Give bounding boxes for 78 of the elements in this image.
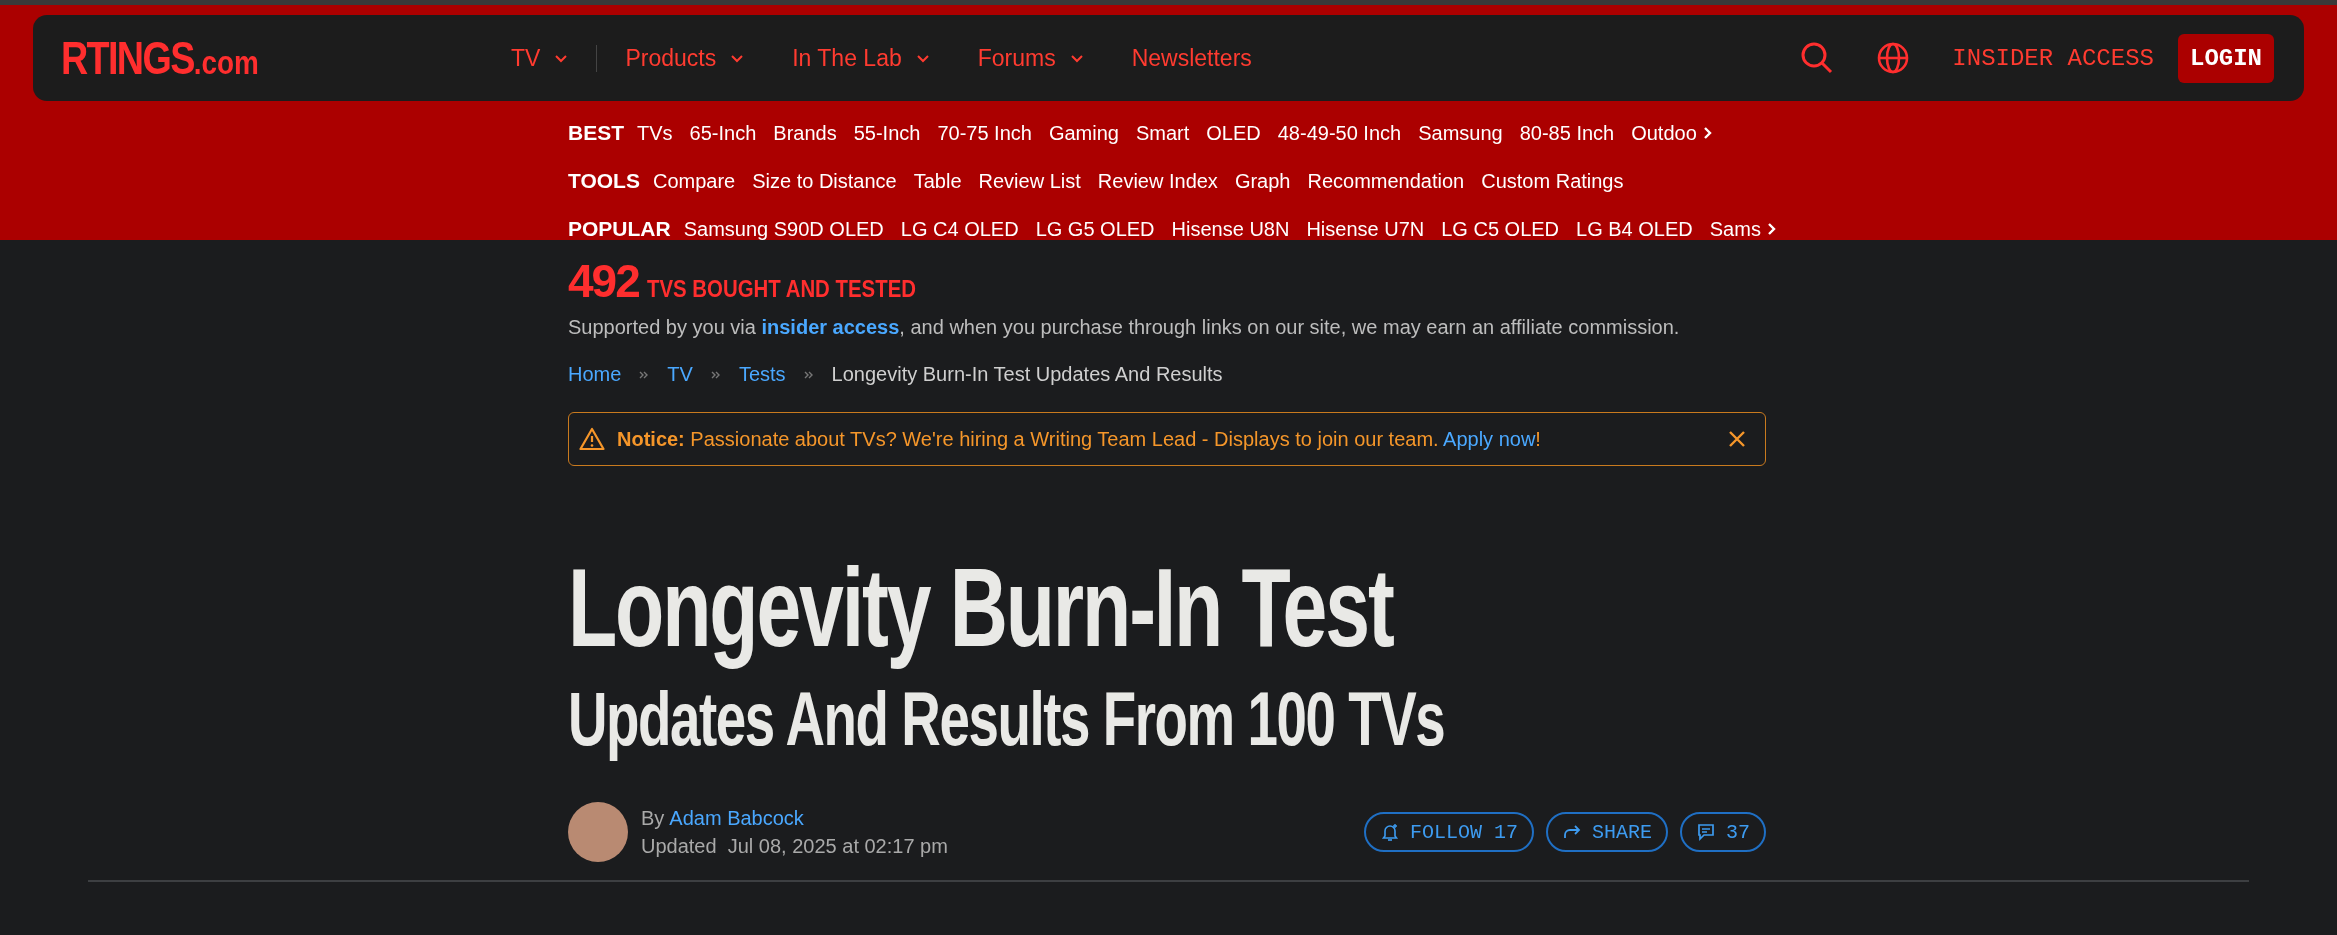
globe-icon	[1876, 41, 1911, 75]
subnav-link[interactable]: Size to Distance	[752, 169, 897, 193]
double-chevron-icon	[639, 369, 650, 380]
warning-icon	[579, 427, 605, 451]
chevron-right-icon	[1766, 222, 1776, 236]
author-link[interactable]: Adam Babcock	[669, 804, 804, 832]
comment-icon	[1696, 822, 1716, 842]
subnav-link[interactable]: Outdoo	[1631, 121, 1697, 145]
subnav-link[interactable]: Custom Ratings	[1481, 169, 1624, 193]
notice-text: Notice: Passionate about TVs? We're hiring a Writing Team Lead - Displays to join our team. Apply now!	[617, 427, 1542, 451]
scroll-right-button[interactable]	[1702, 126, 1712, 140]
subnav-link[interactable]: TVs	[637, 121, 673, 145]
apply-link[interactable]: Apply now	[1443, 427, 1536, 450]
subnav-link[interactable]: Recommendation	[1307, 169, 1465, 193]
subnav-link[interactable]: Review Index	[1097, 169, 1218, 193]
tested-count: 492	[568, 254, 639, 308]
updated-date: Updated Jul 08, 2025 at 02:17 pm	[641, 834, 948, 859]
double-chevron-icon	[803, 369, 814, 380]
subnav-link[interactable]: 70-75 Inch	[937, 121, 1032, 145]
subnav-heading: POPULAR	[568, 217, 671, 241]
article-title: Longevity Burn-In Test	[568, 544, 1393, 672]
subnav-link[interactable]: Review List	[978, 169, 1081, 193]
site-logo[interactable]: RTINGS.com	[61, 31, 275, 85]
nav-link[interactable]: TV	[511, 44, 598, 72]
bell-icon	[1379, 822, 1400, 842]
follow-button[interactable]: FOLLOW 17	[1363, 812, 1534, 852]
subnav-heading: TOOLS	[568, 169, 640, 193]
chevron-down-icon	[915, 53, 930, 63]
breadcrumb-link[interactable]: TV	[667, 363, 693, 386]
subnav-link[interactable]: Gaming	[1048, 121, 1119, 145]
subnav-link[interactable]: Compare	[652, 169, 736, 193]
close-icon	[1727, 429, 1747, 449]
insider-access-link[interactable]: INSIDER ACCESS	[1952, 44, 2154, 72]
nav-link[interactable]: In The Lab	[792, 44, 930, 72]
subnav-link[interactable]: Graph	[1234, 169, 1291, 193]
insider-access-link[interactable]: insider access	[761, 316, 900, 338]
chevron-down-icon	[554, 53, 569, 63]
chevron-right-icon	[1702, 126, 1712, 140]
breadcrumb-current: Longevity Burn-In Test Updates And Results	[831, 363, 1223, 386]
article-subtitle: Updates And Results From 100 TVs	[568, 675, 1445, 763]
subnav-link[interactable]: Samsung	[1418, 121, 1503, 145]
search-icon	[1800, 41, 1835, 75]
nav-link[interactable]: Forums	[977, 44, 1084, 72]
chevron-down-icon	[730, 53, 745, 63]
subnav-link[interactable]: 48-49-50 Inch	[1277, 121, 1402, 145]
subnav-link[interactable]: Brands	[773, 121, 837, 145]
comments-button[interactable]: 37	[1680, 812, 1766, 852]
login-button[interactable]: LOGIN	[2178, 33, 2274, 83]
chevron-down-icon	[1069, 53, 1084, 63]
subnav-link[interactable]: 65-Inch	[689, 121, 757, 145]
subnav-link[interactable]: LG C4 OLED	[900, 217, 1019, 241]
subnav-link[interactable]: 55-Inch	[853, 121, 921, 145]
close-button[interactable]	[1727, 429, 1747, 449]
subnav-link[interactable]: OLED	[1206, 121, 1261, 145]
breadcrumb-link[interactable]: Home	[568, 363, 622, 386]
tested-label: TVS BOUGHT AND TESTED	[646, 275, 916, 303]
subnav-link[interactable]: Smart	[1135, 121, 1190, 145]
breadcrumb-link[interactable]: Tests	[738, 363, 786, 386]
subnav-link[interactable]: Samsung S90D OLED	[683, 217, 884, 241]
double-chevron-icon	[710, 369, 721, 380]
affiliate-disclosure: Supported by you via insider access, and when you purchase through links on our site, we may earn an affiliate commission.	[568, 316, 1681, 339]
share-button[interactable]: SHARE	[1545, 812, 1668, 852]
author-avatar	[568, 802, 628, 862]
nav-link[interactable]: Newsletters	[1131, 44, 1252, 72]
subnav-heading: BEST	[568, 121, 624, 145]
subnav-link[interactable]: Hisense U8N	[1171, 217, 1290, 241]
subnav-link[interactable]: LG G5 OLED	[1035, 217, 1155, 241]
subnav-link[interactable]: 80-85 Inch	[1519, 121, 1615, 145]
subnav-link[interactable]: Table	[913, 169, 962, 193]
subnav-link[interactable]: LG C5 OLED	[1441, 217, 1560, 241]
search-button[interactable]	[1800, 41, 1835, 75]
subnav-link[interactable]: Hisense U7N	[1306, 217, 1425, 241]
subnav-link[interactable]: Sams	[1709, 217, 1761, 241]
language-button[interactable]	[1876, 41, 1911, 75]
subnav-link[interactable]: LG B4 OLED	[1576, 217, 1693, 241]
byline-label: By	[641, 806, 665, 831]
nav-link[interactable]: Products	[625, 44, 745, 72]
scroll-right-button[interactable]	[1766, 222, 1776, 236]
